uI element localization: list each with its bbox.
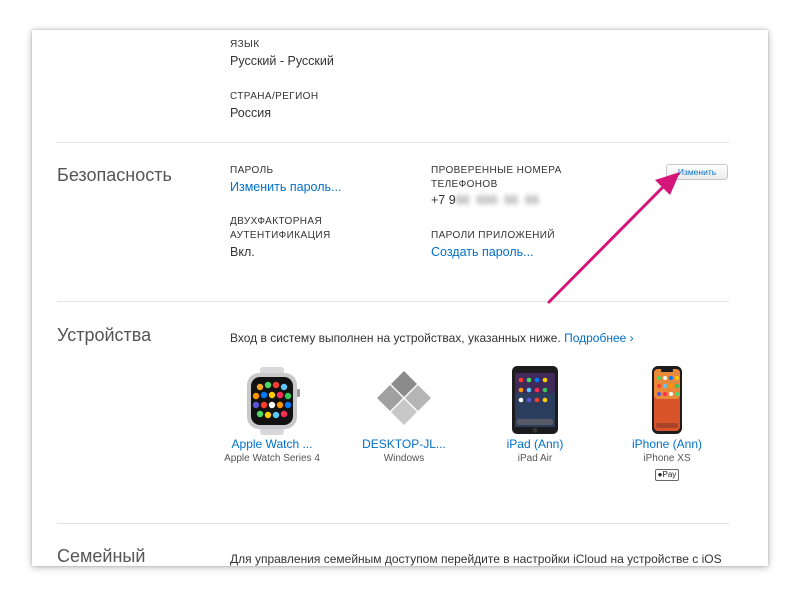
device-iphone[interactable]: iPhone (Ann) iPhone XS ●Pay xyxy=(607,365,727,482)
annotation-arrow xyxy=(547,172,680,304)
country-label: СТРАНА/РЕГИОН xyxy=(230,91,319,102)
device-model: Apple Watch Series 4 xyxy=(224,453,320,464)
family-section-title: Семейный xyxy=(57,546,146,566)
device-ipad[interactable]: iPad (Ann) iPad Air xyxy=(475,365,595,464)
windows-pc-icon xyxy=(377,371,431,425)
device-name[interactable]: DESKTOP-JL... xyxy=(344,437,464,451)
devices-intro: Вход в систему выполнен на устройствах, … xyxy=(230,330,634,346)
language-value: Русский - Русский xyxy=(230,54,334,68)
two-factor-label-line2: АУТЕНТИФИКАЦИЯ xyxy=(230,230,331,241)
create-password-link[interactable]: Создать пароль... xyxy=(431,244,534,260)
device-name[interactable]: iPad (Ann) xyxy=(475,437,595,451)
app-passwords-label: ПАРОЛИ ПРИЛОЖЕНИЙ xyxy=(431,230,555,241)
trusted-phones-label-line2: ТЕЛЕФОНОВ xyxy=(431,179,498,190)
device-name[interactable]: iPhone (Ann) xyxy=(607,437,727,451)
phone-prefix: +7 9 xyxy=(431,193,456,207)
device-name[interactable]: Apple Watch ... xyxy=(212,437,332,451)
account-settings-card: ЯЗЫК Русский - Русский СТРАНА/РЕГИОН Рос… xyxy=(32,30,768,566)
devices-intro-text: Вход в систему выполнен на устройствах, … xyxy=(230,331,561,345)
device-model: Windows xyxy=(383,453,425,464)
iphone-icon xyxy=(652,366,682,434)
family-text: Для управления семейным доступом перейди… xyxy=(230,552,722,566)
change-password-link[interactable]: Изменить пароль... xyxy=(230,179,341,195)
divider xyxy=(57,523,729,524)
divider xyxy=(57,301,729,302)
password-label: ПАРОЛЬ xyxy=(230,165,274,176)
edit-security-button[interactable]: Изменить xyxy=(666,164,728,180)
trusted-phones-label-line1: ПРОВЕРЕННЫЕ НОМЕРА xyxy=(431,165,562,176)
two-factor-label: ДВУХФАКТОРНАЯ АУТЕНТИФИКАЦИЯ xyxy=(230,215,331,243)
security-section-title: Безопасность xyxy=(57,165,172,185)
two-factor-value: Вкл. xyxy=(230,245,255,259)
language-label: ЯЗЫК xyxy=(230,39,260,50)
devices-section-title: Устройства xyxy=(57,325,152,345)
device-model: iPhone XS xyxy=(643,453,691,464)
trusted-phone-number: +7 966 666 66 66 xyxy=(431,193,539,207)
country-value: Россия xyxy=(230,106,271,120)
divider xyxy=(57,142,729,143)
devices-more-link[interactable]: Подробнее › xyxy=(564,331,634,345)
apple-watch-icon xyxy=(247,367,300,435)
apple-pay-text: Pay xyxy=(662,470,677,479)
ipad-icon xyxy=(512,366,558,434)
device-windows-pc[interactable]: DESKTOP-JL... Windows xyxy=(344,365,464,464)
device-model: iPad Air xyxy=(517,453,553,464)
device-apple-watch[interactable]: Apple Watch ... Apple Watch Series 4 xyxy=(212,365,332,464)
trusted-phones-label: ПРОВЕРЕННЫЕ НОМЕРА ТЕЛЕФОНОВ xyxy=(431,164,562,192)
apple-pay-badge: ●Pay xyxy=(654,469,680,481)
two-factor-label-line1: ДВУХФАКТОРНАЯ xyxy=(230,216,323,227)
phone-redacted: 66 666 66 66 xyxy=(455,193,540,207)
